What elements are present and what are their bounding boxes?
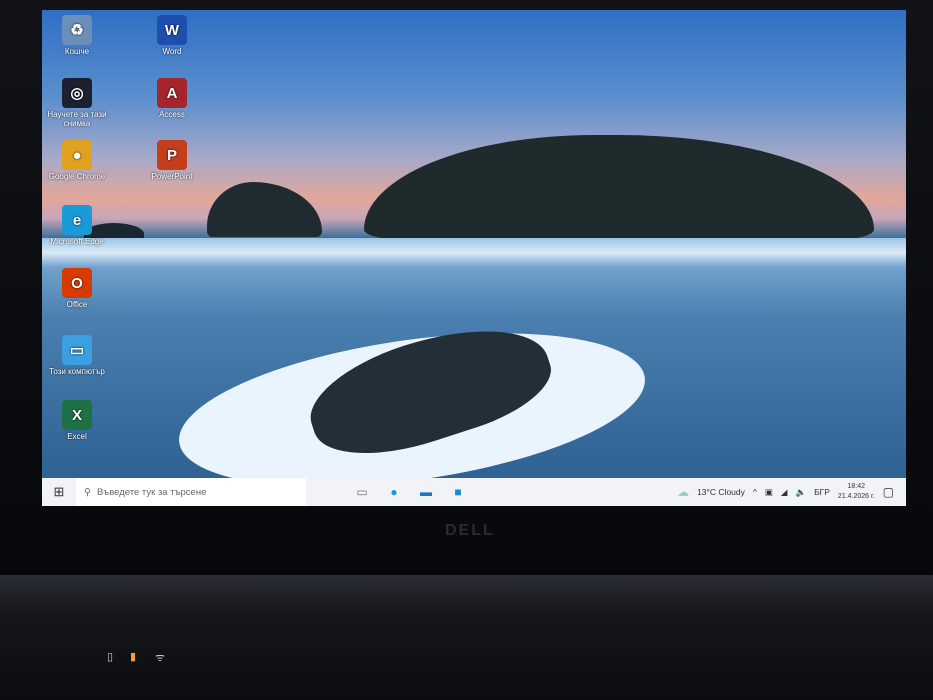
desktop-icon[interactable]: W Word (137, 15, 207, 56)
desktop-icon[interactable]: O Office (42, 268, 112, 309)
edge-taskbar-icon[interactable]: ● (378, 485, 410, 499)
app-icon: ● (62, 140, 92, 170)
clock[interactable]: 18:42 21.4.2026 г. (838, 482, 875, 502)
app-icon: W (157, 15, 187, 45)
search-box[interactable]: ⚲ Въведете тук за търсене (76, 478, 306, 506)
desktop-icon-label: Access (159, 110, 185, 119)
search-icon: ⚲ (84, 486, 91, 498)
time: 18:42 (847, 483, 866, 490)
meet-icon[interactable]: ▣ (765, 487, 773, 498)
app-icon: ◎ (62, 78, 92, 108)
desktop-icon[interactable]: e Microsoft Edge (42, 205, 112, 246)
file-explorer-icon[interactable]: ▬ (410, 485, 442, 499)
app-icon: ♻ (62, 15, 92, 45)
start-button[interactable]: ⊞ (42, 484, 76, 500)
task-view-icon[interactable]: ▭ (346, 485, 378, 499)
chevron-up-icon[interactable]: ^ (753, 487, 757, 497)
desktop-icon[interactable]: ● Google Chrome (42, 140, 112, 181)
drive-led-icon: ▯ (107, 651, 114, 663)
volume-icon[interactable]: 🔈 (795, 487, 806, 498)
desktop-icon-label: Този компютър (49, 367, 105, 376)
search-placeholder: Въведете тук за търсене (96, 486, 207, 498)
desktop-icon[interactable]: P PowerPoint (137, 140, 207, 181)
store-icon[interactable]: ■ (442, 485, 474, 499)
notification-icon[interactable]: ▢ (883, 485, 894, 499)
desktop-icon-label: Excel (67, 432, 87, 441)
system-tray: ☁ 13°C Cloudy ^ ▣ ◢ 🔈 БГР 18:42 21.4.202… (677, 482, 906, 502)
desktop-icon[interactable]: ▭ Този компютър (42, 335, 112, 376)
taskbar: ⊞ ⚲ Въведете тук за търсене ▭ ● ▬ ■ ☁ 13… (42, 478, 906, 506)
app-icon: O (62, 268, 92, 298)
wifi-led-icon: ᯤ (155, 652, 166, 664)
desktop-icon-label: Microsoft Edge (50, 237, 104, 246)
desktop-icon-label: Научете за тази снимка (47, 110, 107, 128)
desktop-icon-label: Word (162, 47, 182, 56)
desktop-icon-label: PowerPoint (151, 172, 193, 181)
language-indicator[interactable]: БГР (814, 487, 830, 497)
wallpaper-island (364, 135, 874, 240)
desktop-icon[interactable]: ◎ Научете за тази снимка (42, 78, 112, 128)
wallpaper-rock (207, 182, 322, 237)
desktop-icon[interactable]: X Excel (42, 400, 112, 441)
weather-widget[interactable]: 13°C Cloudy (697, 487, 745, 497)
dell-logo: DELL (445, 522, 495, 539)
app-icon: e (62, 205, 92, 235)
app-icon: X (62, 400, 92, 430)
laptop-body (0, 575, 933, 700)
desktop-icon-label: Office (66, 300, 88, 309)
network-icon[interactable]: ◢ (781, 487, 788, 498)
desktop: ♻ Кошче W Word ◎ Научете за тази снимка A Acces… (42, 10, 906, 506)
app-icon: ▭ (62, 335, 92, 365)
desktop-icon[interactable]: A Access (137, 78, 207, 119)
desktop-icon-label: Google Chrome (48, 172, 106, 181)
battery-led-icon: ▮ (130, 651, 137, 663)
desktop-icon-label: Кошче (64, 47, 90, 56)
wallpaper-surf (42, 238, 906, 268)
weather-icon: ☁ (677, 485, 690, 499)
app-icon: P (157, 140, 187, 170)
date: 21.4.2026 г. (837, 493, 875, 500)
desktop-icon[interactable]: ♻ Кошче (42, 15, 112, 56)
app-icon: A (157, 78, 187, 108)
